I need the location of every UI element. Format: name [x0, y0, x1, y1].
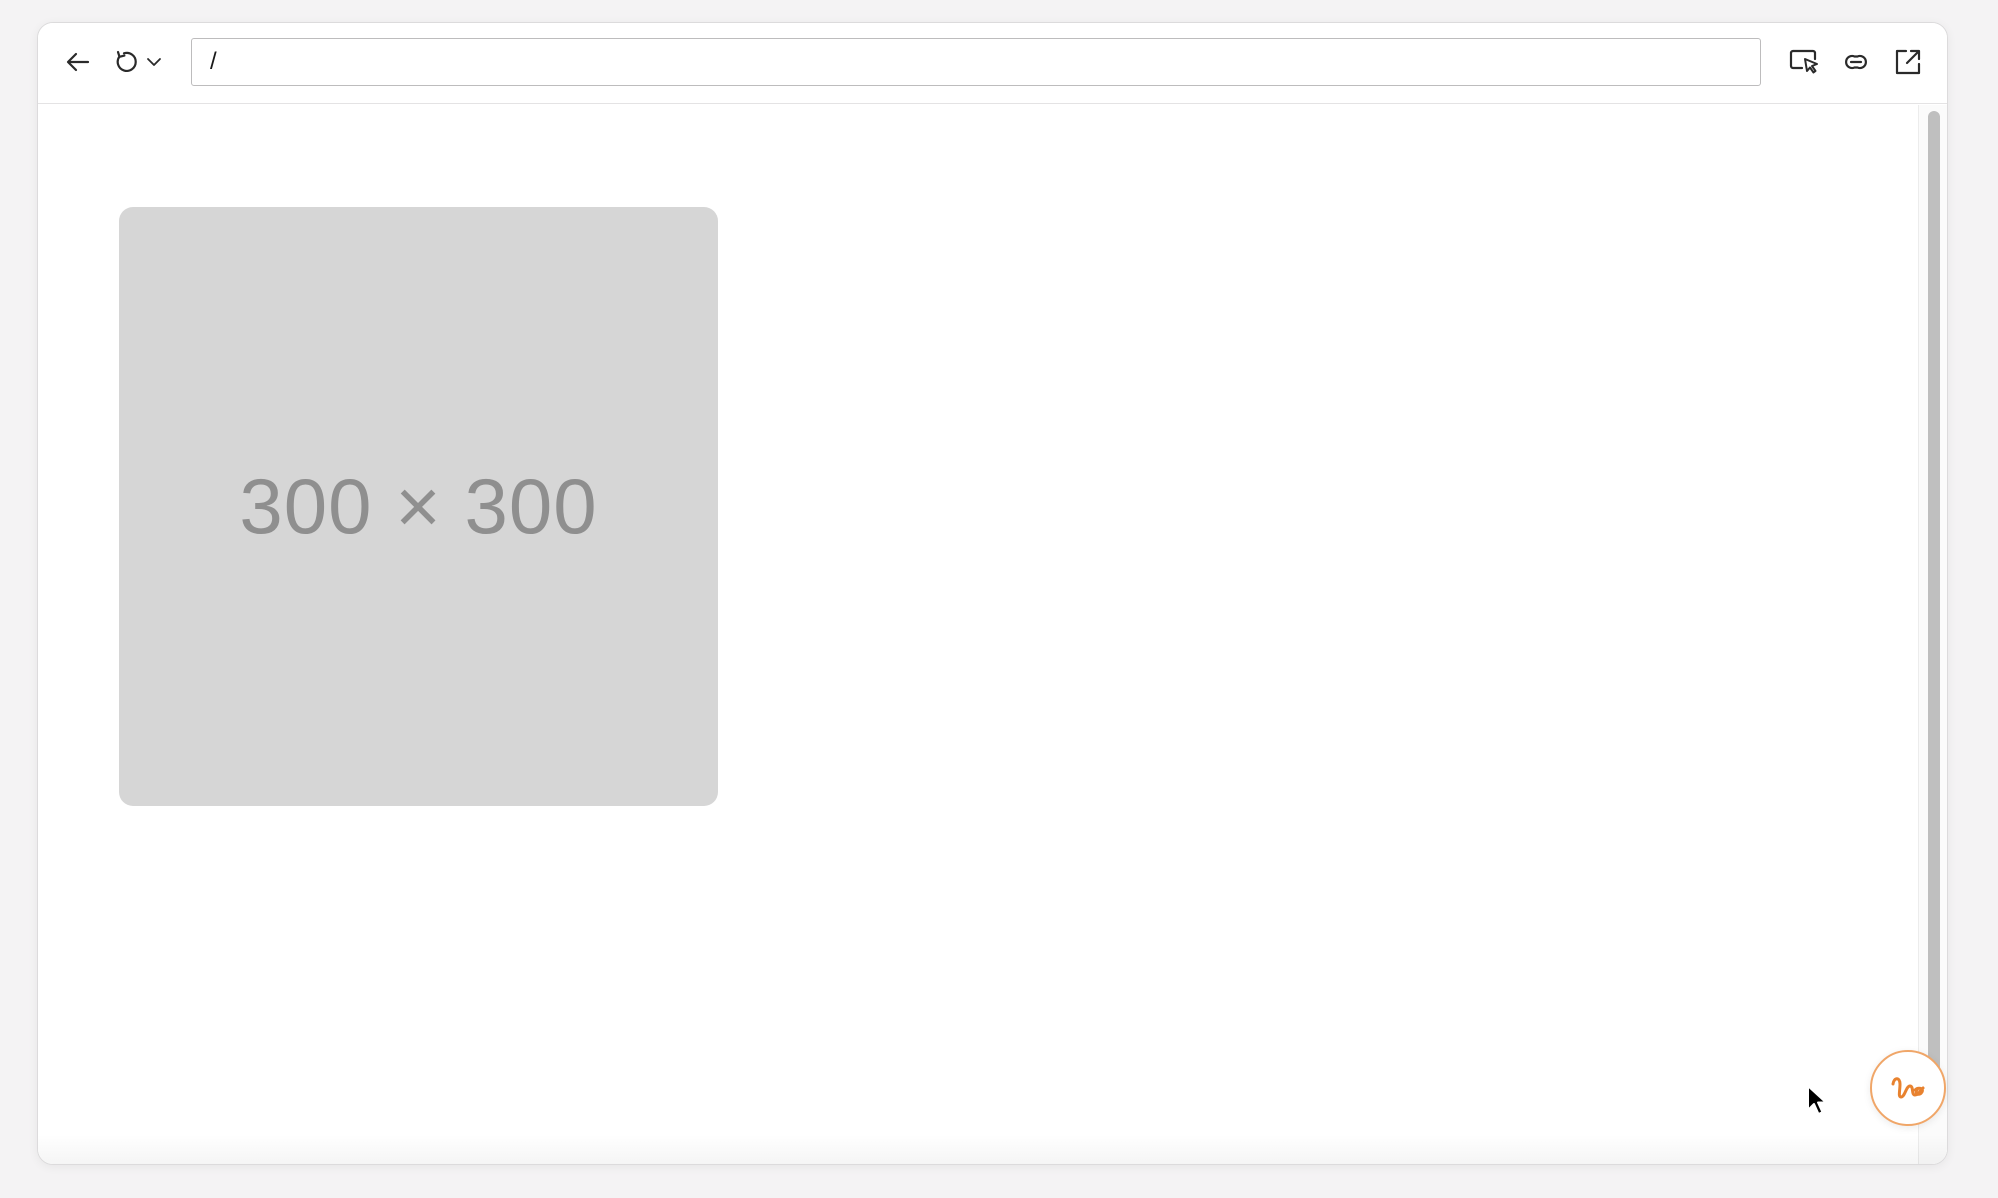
external-link-icon [1895, 49, 1921, 75]
browser-toolbar [38, 23, 1947, 104]
scrollbar-thumb[interactable] [1928, 111, 1940, 1091]
reload-icon [116, 50, 137, 72]
select-element-icon [1789, 49, 1818, 74]
reload-button[interactable] [108, 42, 144, 82]
open-in-new-tab-button[interactable] [1888, 42, 1928, 82]
browser-preview-window: 300 × 300 [37, 22, 1948, 1165]
placeholder-image-label: 300 × 300 [239, 462, 598, 550]
copy-link-button[interactable] [1836, 42, 1876, 82]
back-button[interactable] [58, 42, 98, 82]
chevron-down-icon [147, 58, 161, 66]
scribble-icon [1891, 1077, 1925, 1099]
mouse-cursor-icon [1806, 1084, 1830, 1123]
vertical-scrollbar[interactable] [1918, 105, 1947, 1164]
bottom-shade [38, 1134, 1947, 1164]
assistant-button[interactable] [1870, 1050, 1946, 1126]
arrow-left-icon [66, 52, 90, 72]
page-viewport: 300 × 300 [38, 105, 1947, 1164]
inspect-element-button[interactable] [1784, 42, 1824, 82]
placeholder-image: 300 × 300 [119, 207, 718, 806]
reload-menu-button[interactable] [142, 42, 166, 82]
address-bar[interactable] [191, 38, 1761, 86]
link-icon [1845, 54, 1867, 70]
